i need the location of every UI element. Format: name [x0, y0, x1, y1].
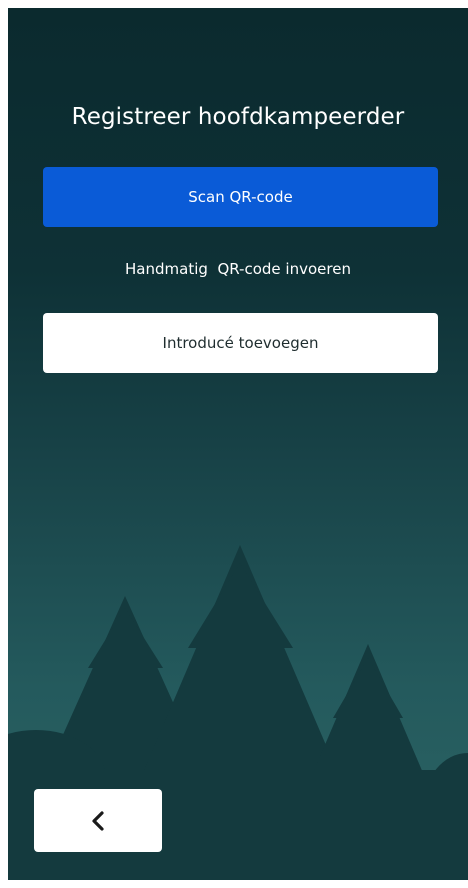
- scan-qr-label: Scan QR-code: [188, 188, 293, 206]
- chevron-left-icon: [92, 810, 104, 831]
- page-title: Registreer hoofdkampeerder: [71, 104, 405, 130]
- back-button[interactable]: [34, 789, 162, 852]
- add-guest-label: Introducé toevoegen: [162, 334, 319, 352]
- add-guest-button[interactable]: Introducé toevoegen: [43, 313, 438, 373]
- forest-background: [8, 545, 468, 880]
- screen: Registreer hoofdkampeerder Scan QR-code …: [8, 8, 468, 880]
- scan-qr-button[interactable]: Scan QR-code: [43, 167, 438, 227]
- manual-qr-entry-link[interactable]: Handmatig QR-code invoeren: [8, 260, 468, 278]
